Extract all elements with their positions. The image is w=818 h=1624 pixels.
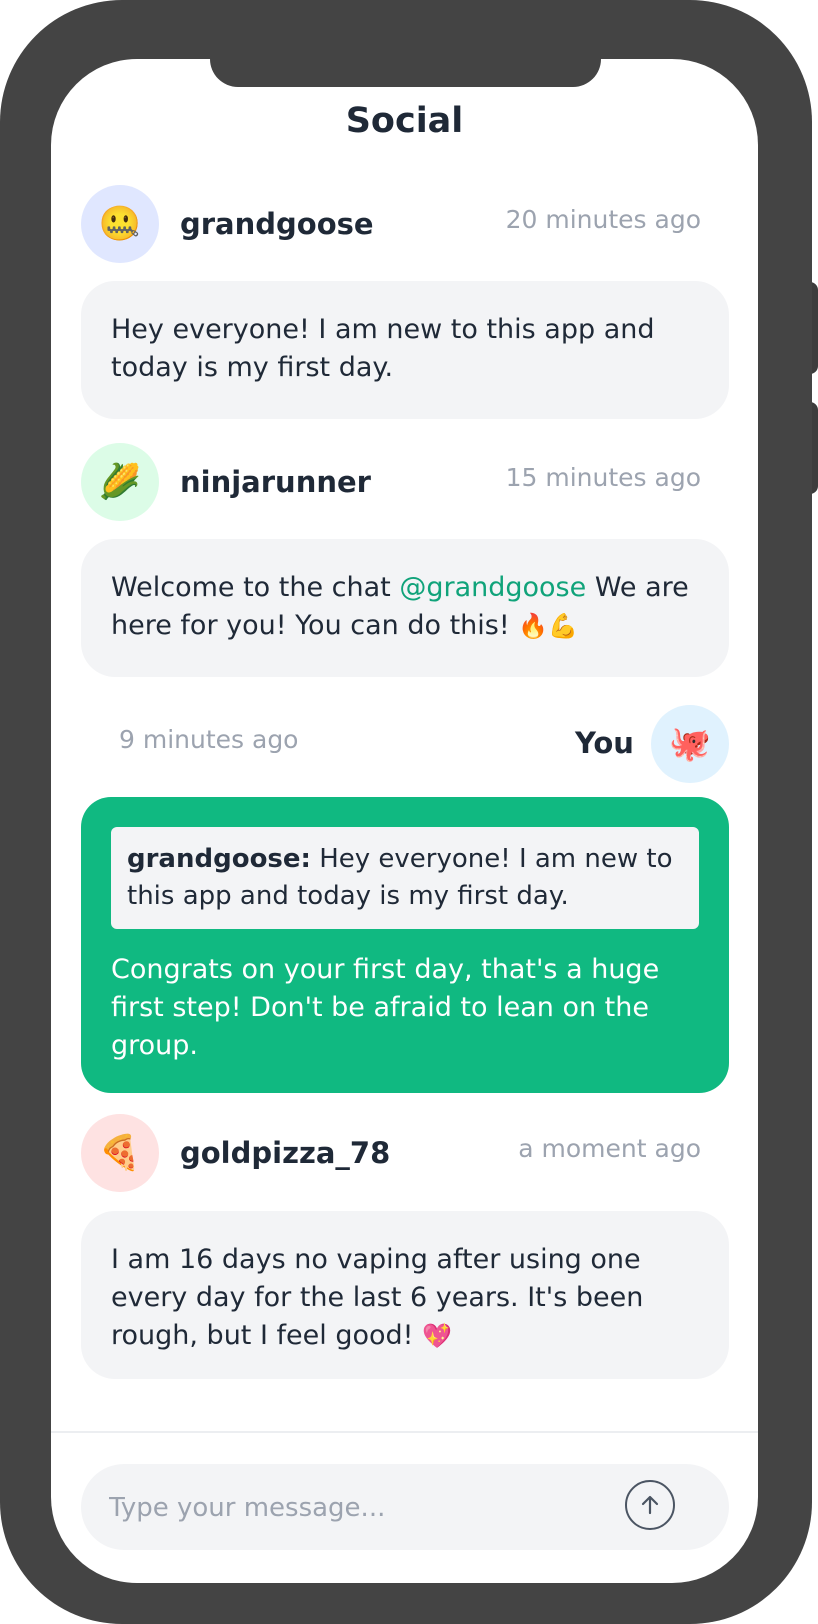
message-composer	[81, 1464, 729, 1550]
zipper-mouth-face-icon: 🤐	[98, 204, 142, 244]
sparkling-heart-emoji-icon: 💖	[422, 1322, 452, 1350]
app-screen: Social 🤐 grandgoose 20 minutes ago Hey e…	[51, 59, 758, 1583]
username[interactable]: grandgoose	[180, 206, 374, 242]
avatar[interactable]: 🍕	[81, 1114, 159, 1192]
composer-divider	[51, 1431, 758, 1433]
avatar[interactable]: 🌽	[81, 443, 159, 521]
message-timestamp: a moment ago	[518, 1134, 701, 1163]
message-input[interactable]	[107, 1484, 611, 1532]
send-button[interactable]	[625, 1480, 675, 1530]
message-bubble: Hey everyone! I am new to this app and t…	[81, 281, 729, 419]
fire-flexed-biceps-emoji-icon: 🔥💪	[518, 612, 579, 640]
corn-icon: 🌽	[98, 462, 142, 502]
pizza-icon: 🍕	[98, 1133, 142, 1173]
message-text: Congrats on your first day, that's a hug…	[111, 954, 660, 1061]
own-message-bubble: grandgoose: Hey everyone! I am new to th…	[81, 797, 729, 1093]
phone-notch	[210, 59, 601, 87]
message-text: Welcome to the chat	[111, 572, 400, 603]
message-timestamp: 15 minutes ago	[505, 463, 701, 492]
message-text: Hey everyone! I am new to this app and t…	[111, 314, 655, 383]
message-timestamp: 9 minutes ago	[119, 725, 299, 754]
quoted-message[interactable]: grandgoose: Hey everyone! I am new to th…	[111, 827, 699, 929]
octopus-icon: 🐙	[668, 724, 712, 764]
own-username: You	[575, 726, 634, 760]
message-bubble: Welcome to the chat @grandgoose We are h…	[81, 539, 729, 677]
avatar[interactable]: 🤐	[81, 185, 159, 263]
page-title: Social	[345, 101, 464, 141]
arrow-up-icon	[641, 1495, 659, 1515]
message-bubble: I am 16 days no vaping after using one e…	[81, 1211, 729, 1379]
message-text: I am 16 days no vaping after using one e…	[111, 1244, 644, 1351]
avatar[interactable]: 🐙	[651, 705, 729, 783]
user-mention-link[interactable]: @grandgoose	[399, 572, 586, 603]
quoted-username: grandgoose:	[127, 844, 311, 874]
username[interactable]: goldpizza_78	[180, 1135, 390, 1171]
username[interactable]: ninjarunner	[180, 464, 371, 500]
message-timestamp: 20 minutes ago	[505, 205, 701, 234]
